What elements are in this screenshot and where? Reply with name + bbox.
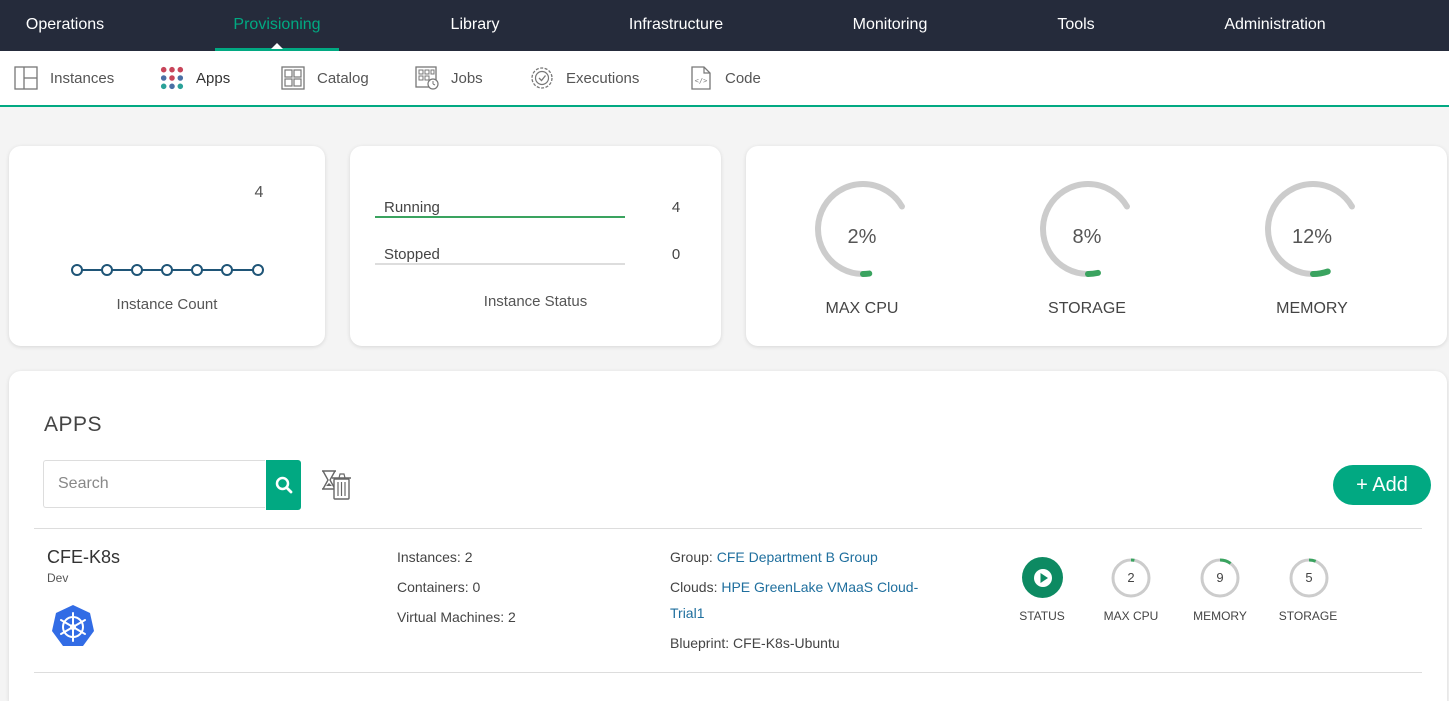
row-divider-bottom [34,672,1422,673]
play-icon [1033,568,1053,588]
gauge-storage-value: 8% [1037,226,1137,249]
gauge-max-cpu: 2% MAX CPU [812,178,922,328]
gauge-memory-value: 12% [1262,226,1362,249]
group-info: Group: CFE Department B Group [670,549,878,565]
gauge-max-cpu-label: MAX CPU [792,300,932,318]
instance-count-label: Instance Count [9,296,325,313]
executions-icon [530,66,554,90]
blueprint-info: Blueprint: CFE-K8s-Ubuntu [670,635,840,651]
row-storage-label: STORAGE [1268,609,1348,623]
instance-count-value: 4 [249,184,269,202]
subnav-code-label: Code [725,70,761,87]
row-memory-label: MEMORY [1180,609,1260,623]
clouds-label: Clouds: [670,579,721,595]
code-icon: </> [689,66,713,90]
instance-count-card: 4 Instance Count [9,146,325,346]
status-running-track [375,216,625,218]
virtual-machines-count: Virtual Machines: 2 [397,609,516,625]
clouds-link-cont[interactable]: Trial1 [670,605,705,621]
search-button[interactable] [266,460,301,510]
row-memory-value: 9 [1199,557,1241,599]
clear-filter-icon [319,467,353,501]
row-storage-gauge: 5 [1288,557,1330,599]
gauge-max-cpu-value: 2% [812,226,912,249]
add-app-button[interactable]: + Add [1333,465,1431,505]
group-link[interactable]: CFE Department B Group [717,549,878,565]
topnav-tools[interactable]: Tools [1057,0,1094,51]
status-stopped-track [375,263,625,265]
subnav-jobs[interactable]: Jobs [415,51,483,105]
apps-icon [160,66,184,90]
group-label: Group: [670,549,717,565]
gauge-memory-label: MEMORY [1242,300,1382,318]
subnav-code[interactable]: </> Code [689,51,761,105]
gauge-storage: 8% STORAGE [1037,178,1147,328]
subnav-executions[interactable]: Executions [530,51,639,105]
status-running-label: Running [384,199,440,216]
topnav-administration[interactable]: Administration [1224,0,1325,51]
apps-title: APPS [44,413,102,437]
gauge-storage-label: STORAGE [1017,300,1157,318]
subnav-jobs-label: Jobs [451,70,483,87]
row-max-cpu-label: MAX CPU [1091,609,1171,623]
active-tab-caret [271,43,283,49]
gauge-memory: 12% MEMORY [1262,178,1372,328]
row-divider-top [34,528,1422,529]
row-max-cpu-gauge: 2 [1110,557,1152,599]
gauge-fill [1088,273,1098,274]
svg-text:</>: </> [695,77,708,85]
status-running-bar [375,216,625,218]
instance-status-label: Instance Status [350,293,721,310]
catalog-icon [281,66,305,90]
status-stopped-label: Stopped [384,246,440,263]
subnav-apps-label: Apps [196,70,230,87]
topnav-infrastructure[interactable]: Infrastructure [629,0,723,51]
search-input[interactable] [43,460,265,508]
gauge-fill [1313,271,1328,274]
status-button[interactable] [1022,557,1063,598]
top-navigation: Operations Provisioning Library Infrastr… [0,0,1449,51]
row-memory-gauge: 9 [1199,557,1241,599]
app-name[interactable]: CFE-K8s [47,547,120,568]
instances-icon [14,66,38,90]
row-storage-value: 5 [1288,557,1330,599]
instance-status-card: Running 4 Stopped 0 Instance Status [350,146,721,346]
subnav-instances-label: Instances [50,70,114,87]
containers-count: Containers: 0 [397,579,480,595]
resource-gauges-card: 2% MAX CPU 8% STORAGE 12% MEMORY [746,146,1447,346]
apps-panel: APPS + Add CFE-K8s Dev [9,371,1447,701]
clear-filter-button[interactable] [319,467,353,501]
clouds-info: Clouds: HPE GreenLake VMaaS Cloud- [670,579,918,595]
status-running-count: 4 [660,199,692,216]
jobs-icon [415,66,439,90]
subnav-catalog[interactable]: Catalog [281,51,369,105]
status-stopped-count: 0 [660,246,692,263]
topnav-monitoring[interactable]: Monitoring [853,0,928,51]
topnav-operations[interactable]: Operations [26,0,104,51]
instances-count: Instances: 2 [397,549,473,565]
subnav-executions-label: Executions [566,70,639,87]
instance-count-sparkline [69,260,269,280]
clouds-info-cont: Trial1 [670,605,705,621]
kubernetes-icon [50,603,96,649]
clouds-link[interactable]: HPE GreenLake VMaaS Cloud- [721,579,918,595]
subnav-apps[interactable]: Apps [160,51,230,105]
search-icon [275,476,293,494]
app-environment: Dev [47,571,68,585]
subnav-catalog-label: Catalog [317,70,369,87]
sub-navigation: Instances Apps Catalog Jobs [0,51,1449,107]
row-max-cpu-value: 2 [1110,557,1152,599]
subnav-instances[interactable]: Instances [14,51,114,105]
topnav-library[interactable]: Library [451,0,500,51]
status-label: STATUS [1002,609,1082,623]
